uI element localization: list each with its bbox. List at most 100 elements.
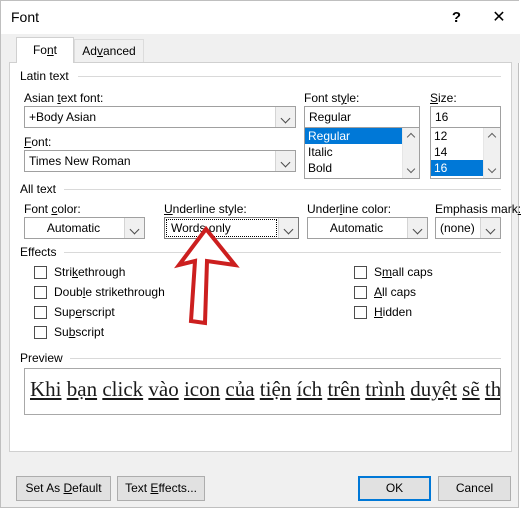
group-label-preview: Preview <box>20 351 68 365</box>
label-font-style: Font style: <box>304 91 360 105</box>
checkbox-label: Hidden <box>374 305 413 319</box>
underline-color-value: Automatic <box>329 221 384 235</box>
help-icon[interactable]: ? <box>439 3 474 32</box>
chevron-down-icon[interactable] <box>275 151 295 171</box>
font-style-scrollbar[interactable] <box>402 128 419 178</box>
set-as-default-accel: D <box>63 481 73 495</box>
checkbox-label: Subscript <box>54 325 105 339</box>
list-item[interactable]: Regular <box>305 128 402 144</box>
group-divider-latin-text <box>78 76 501 77</box>
font-style-listbox[interactable]: Regular Italic Bold <box>304 127 420 179</box>
preview-word: thấy <box>484 377 501 401</box>
tab-advanced[interactable]: Advanced <box>74 39 144 63</box>
label-underline-style: Underline style: <box>164 202 247 216</box>
group-label-latin-text: Latin text <box>20 69 74 83</box>
list-item[interactable]: Italic <box>305 144 402 160</box>
font-color-value: Automatic <box>46 221 101 235</box>
scroll-up-icon[interactable] <box>484 128 500 144</box>
tab-strip: Font Advanced <box>1 34 520 63</box>
chevron-down-icon[interactable] <box>124 218 144 238</box>
checkbox-label: Superscript <box>54 305 115 319</box>
preview-word: click <box>102 377 144 401</box>
emphasis-mark-value: (none) <box>440 221 475 235</box>
preview-word: Khi <box>30 377 62 401</box>
preview-text: Khi bạn click vào icon của tiện ích trên… <box>30 376 501 402</box>
preview-word: của <box>225 377 255 401</box>
list-item[interactable]: 14 <box>431 144 483 160</box>
text-effects-button[interactable]: Text Effects... <box>117 476 205 501</box>
tab-font-label: Font <box>32 43 58 57</box>
font-value: Times New Roman <box>29 154 131 168</box>
checkbox-box[interactable] <box>354 266 367 279</box>
font-style-input[interactable]: Regular <box>304 106 420 128</box>
checkbox-box[interactable] <box>354 286 367 299</box>
preview-box: Khi bạn click vào icon của tiện ích trên… <box>24 368 501 415</box>
preview-word: bạn <box>66 377 98 401</box>
preview-word: icon <box>183 377 221 401</box>
preview-word: vào <box>148 377 179 401</box>
checkbox-box[interactable] <box>34 306 47 319</box>
chevron-down-icon[interactable] <box>275 107 295 127</box>
ok-button[interactable]: OK <box>358 476 431 501</box>
group-divider-effects <box>64 252 501 253</box>
size-scrollbar[interactable] <box>483 128 500 178</box>
preview-word: trình <box>365 377 406 401</box>
group-divider-preview <box>70 358 501 359</box>
font-combo[interactable]: Times New Roman <box>24 150 296 172</box>
emphasis-mark-combo[interactable]: (none) <box>435 217 501 239</box>
underline-color-combo[interactable]: Automatic <box>307 217 428 239</box>
label-font-color: Font color: <box>24 202 81 216</box>
preview-word: tiện <box>259 377 292 401</box>
underline-style-value: Words only <box>171 221 231 235</box>
label-font: Font: <box>24 135 52 149</box>
text-effects-accel: E <box>150 481 159 495</box>
list-item[interactable]: Bold <box>305 160 402 176</box>
label-asian-text-font: Asian text font: <box>24 91 104 105</box>
group-label-effects: Effects <box>20 245 62 259</box>
font-tab-panel: Latin text Asian text font: +Body Asian … <box>9 62 521 452</box>
tab-font-accel: n <box>46 43 54 57</box>
cancel-button[interactable]: Cancel <box>438 476 511 501</box>
label-emphasis-mark: Emphasis mark: <box>435 202 521 216</box>
checkbox-box[interactable] <box>34 326 47 339</box>
preview-word: trên <box>327 377 361 401</box>
font-dialog: Font ? ✕ Font Advanced Latin text Asian … <box>0 0 521 508</box>
label-size: Size: <box>430 91 457 105</box>
size-listbox[interactable]: 12 14 16 <box>430 127 501 179</box>
checkbox-label: All caps <box>374 285 417 299</box>
size-input[interactable]: 16 <box>430 106 501 128</box>
window-title: Font <box>11 9 40 25</box>
scroll-down-icon[interactable] <box>484 162 500 178</box>
tab-advanced-label: Advanced <box>82 44 136 58</box>
label-underline-color: Underline color: <box>307 202 392 216</box>
chevron-down-icon[interactable] <box>480 218 500 238</box>
tab-advanced-accel: v <box>96 44 103 58</box>
asian-text-font-value: +Body Asian <box>29 110 97 124</box>
checkbox-label: Small caps <box>374 265 433 279</box>
preview-word: sẽ <box>462 377 480 401</box>
preview-word: duyệt <box>410 377 457 401</box>
close-icon[interactable]: ✕ <box>480 3 518 32</box>
checkbox-box[interactable] <box>34 266 47 279</box>
group-divider-all-text <box>64 189 501 190</box>
scroll-down-icon[interactable] <box>403 162 419 178</box>
preview-word: ích <box>296 377 323 401</box>
checkbox-label: Double strikethrough <box>54 285 165 299</box>
chevron-down-icon[interactable] <box>407 218 427 238</box>
scroll-up-icon[interactable] <box>403 128 419 144</box>
underline-style-combo[interactable]: Words only <box>164 217 299 239</box>
asian-text-font-combo[interactable]: +Body Asian <box>24 106 296 128</box>
font-style-list-items: Regular Italic Bold <box>305 128 402 178</box>
chevron-down-icon[interactable] <box>278 218 298 238</box>
list-item[interactable]: 12 <box>431 128 483 144</box>
group-label-all-text: All text <box>20 182 62 196</box>
list-item[interactable]: 16 <box>431 160 483 176</box>
checkbox-box[interactable] <box>354 306 367 319</box>
title-bar: Font ? ✕ <box>1 1 520 34</box>
checkbox-label: Strikethrough <box>54 265 126 279</box>
set-as-default-button[interactable]: Set As Default <box>16 476 111 501</box>
checkbox-box[interactable] <box>34 286 47 299</box>
size-list-items: 12 14 16 <box>431 128 483 178</box>
font-color-combo[interactable]: Automatic <box>24 217 145 239</box>
tab-font[interactable]: Font <box>16 37 74 63</box>
